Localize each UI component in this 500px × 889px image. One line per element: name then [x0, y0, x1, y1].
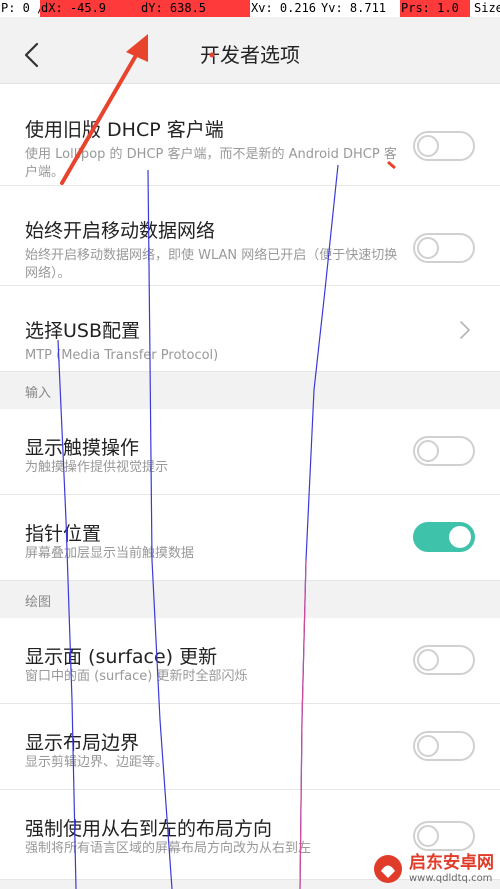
setting-mobile-data-always-on[interactable]: 始终开启移动数据网络 始终开启移动数据网络，即使 WLAN 网络已开启（便于快速… — [0, 186, 500, 286]
toggle-knob — [449, 526, 471, 548]
pointer-yv: Yv: 8.711 — [320, 0, 400, 17]
setting-usb-config[interactable]: 选择USB配置 MTP (Media Transfer Protocol) — [0, 286, 500, 372]
mobile-data-toggle[interactable] — [413, 233, 475, 263]
setting-title: 显示面 (surface) 更新 — [25, 646, 218, 668]
setting-subtitle: 显示剪辑边界、边距等。 — [25, 755, 169, 770]
setting-show-touches[interactable]: 显示触摸操作 为触摸操作提供视觉提示 — [0, 409, 500, 495]
setting-subtitle: 屏幕叠加层显示当前触摸数据 — [25, 546, 195, 561]
setting-subtitle: 窗口中的面 (surface) 更新时全部闪烁 — [25, 669, 248, 684]
watermark-url: www.qdldtq.com — [409, 873, 493, 884]
force-rtl-toggle[interactable] — [413, 821, 475, 851]
setting-title: 选择USB配置 — [25, 320, 141, 342]
pointer-location-toggle[interactable] — [413, 522, 475, 552]
setting-legacy-dhcp[interactable]: 使用旧版 DHCP 客户端 使用 Lollipop 的 DHCP 客户端，而不是… — [0, 84, 500, 186]
setting-title: 使用旧版 DHCP 客户端 — [25, 119, 224, 141]
page-title: 开发者选项 — [200, 43, 300, 67]
pointer-dy: dY: 638.5 — [140, 0, 250, 17]
setting-show-surface-updates[interactable]: 显示面 (surface) 更新 窗口中的面 (surface) 更新时全部闪烁 — [0, 618, 500, 704]
developer-options-screen: P: 0 / 3 dX: -45.9 dY: 638.5 Xv: 0.216 Y… — [0, 0, 500, 889]
layout-bounds-toggle[interactable] — [413, 731, 475, 761]
settings-list: 使用旧版 DHCP 客户端 使用 Lollipop 的 DHCP 客户端，而不是… — [0, 84, 500, 880]
toggle-knob — [417, 440, 439, 462]
setting-subtitle: 为触摸操作提供视觉提示 — [25, 460, 169, 475]
section-header-drawing: 绘图 — [0, 581, 500, 618]
pointer-count: P: 0 / 3 — [0, 0, 40, 17]
setting-title: 指针位置 — [25, 523, 102, 545]
pointer-size: Size: 0.0 — [470, 0, 500, 17]
toggle-knob — [417, 735, 439, 757]
surface-updates-toggle[interactable] — [413, 645, 475, 675]
toggle-knob — [417, 237, 439, 259]
toggle-knob — [417, 135, 439, 157]
setting-title: 显示触摸操作 — [25, 437, 140, 459]
toggle-knob — [417, 649, 439, 671]
section-header-input: 输入 — [0, 372, 500, 409]
show-touches-toggle[interactable] — [413, 436, 475, 466]
setting-subtitle: 使用 Lollipop 的 DHCP 客户端，而不是新的 Android DHC… — [25, 147, 397, 180]
pointer-dx: dX: -45.9 — [40, 0, 140, 17]
watermark-text: 启东安卓网 www.qdldtq.com — [409, 853, 494, 885]
setting-subtitle: MTP (Media Transfer Protocol) — [25, 348, 219, 363]
chevron-right-icon — [460, 321, 470, 339]
pointer-pressure: Prs: 1.0 — [400, 0, 470, 17]
watermark-name: 启东安卓网 — [409, 853, 494, 873]
setting-title: 强制使用从右到左的布局方向 — [25, 818, 273, 840]
app-header: 开发者选项 — [0, 27, 500, 84]
setting-subtitle: 始终开启移动数据网络，即使 WLAN 网络已开启（便于快速切换网络）。 — [25, 248, 398, 281]
legacy-dhcp-toggle[interactable] — [413, 131, 475, 161]
watermark-logo-icon — [374, 855, 402, 883]
site-watermark: 启东安卓网 www.qdldtq.com — [373, 853, 494, 885]
section-label: 绘图 — [25, 595, 52, 610]
status-bar — [0, 17, 500, 27]
toggle-knob — [417, 825, 439, 847]
setting-title: 显示布局边界 — [25, 732, 140, 754]
section-label: 输入 — [25, 386, 52, 401]
pointer-location-overlay: P: 0 / 3 dX: -45.9 dY: 638.5 Xv: 0.216 Y… — [0, 0, 500, 17]
setting-subtitle: 强制将所有语言区域的屏幕布局方向改为从右到左 — [25, 841, 312, 856]
setting-pointer-location[interactable]: 指针位置 屏幕叠加层显示当前触摸数据 — [0, 495, 500, 581]
setting-title: 始终开启移动数据网络 — [25, 220, 216, 242]
setting-show-layout-bounds[interactable]: 显示布局边界 显示剪辑边界、边距等。 — [0, 704, 500, 790]
pointer-xv: Xv: 0.216 — [250, 0, 320, 17]
